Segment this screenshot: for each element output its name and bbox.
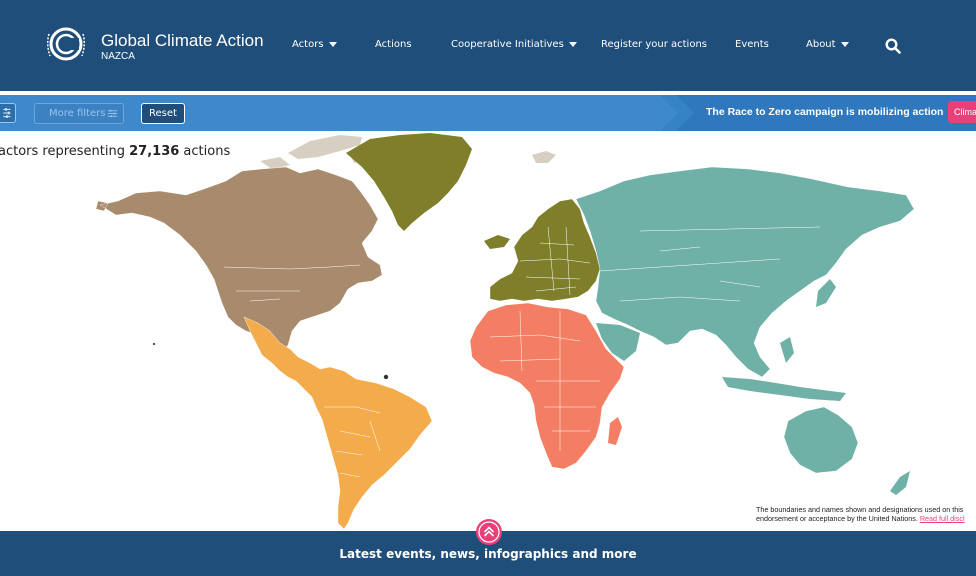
disclaimer-line1: The boundaries and names shown and desig… bbox=[756, 505, 964, 514]
chevron-down-icon bbox=[568, 41, 577, 47]
map-region-new-zealand[interactable] bbox=[890, 471, 910, 495]
nav-cooperative-initiatives-label: Cooperative Initiatives bbox=[451, 39, 564, 50]
promo-text[interactable]: The Race to Zero campaign is mobilizing … bbox=[706, 106, 943, 118]
map-region-philippines[interactable] bbox=[780, 337, 794, 363]
scroll-up-button[interactable] bbox=[476, 519, 502, 545]
chevron-down-icon bbox=[328, 41, 337, 47]
climate-promo-button[interactable]: Clima bbox=[948, 101, 976, 123]
nav-register-actions-label: Register your actions bbox=[601, 39, 708, 50]
site-header: Global Climate Action NAZCA Actors Actio… bbox=[0, 0, 976, 91]
nav-actors-label: Actors bbox=[292, 39, 324, 50]
actors-actions-counter: actors representing 27,136 actions bbox=[0, 144, 230, 159]
actions-count: 27,136 bbox=[129, 144, 180, 159]
nav-events[interactable]: Events bbox=[735, 39, 769, 50]
map-marker[interactable] bbox=[152, 342, 156, 346]
counter-suffix: actions bbox=[179, 144, 231, 159]
map-region-iceland[interactable] bbox=[484, 235, 510, 249]
nav-cooperative-initiatives[interactable]: Cooperative Initiatives bbox=[451, 39, 577, 50]
world-map bbox=[95, 133, 915, 530]
map-region-svalbard[interactable] bbox=[532, 151, 556, 163]
unfccc-logo-icon[interactable] bbox=[44, 24, 88, 64]
nav-register-actions[interactable]: Register your actions bbox=[601, 39, 707, 50]
map-region-australia[interactable] bbox=[783, 406, 859, 474]
double-chevron-up-icon bbox=[478, 521, 500, 543]
read-full-disclaimer-link[interactable]: Read full discl bbox=[920, 514, 965, 523]
counter-prefix: actors representing bbox=[0, 144, 130, 159]
nav-actions-label: Actions bbox=[375, 39, 412, 50]
nav-actions[interactable]: Actions bbox=[375, 39, 412, 50]
nav-about[interactable]: About bbox=[806, 39, 849, 50]
map-region-indonesia[interactable] bbox=[722, 377, 846, 401]
map-region-japan[interactable] bbox=[816, 279, 836, 307]
map-marker[interactable] bbox=[383, 374, 389, 380]
search-icon[interactable] bbox=[885, 38, 901, 54]
nav-events-label: Events bbox=[735, 39, 769, 50]
map-region-latin-america[interactable] bbox=[243, 316, 433, 530]
latest-news-link[interactable]: Latest events, news, infographics and mo… bbox=[0, 547, 976, 561]
disclaimer-line2: endorsement or acceptance by the United … bbox=[756, 514, 920, 523]
nav-actors[interactable]: Actors bbox=[292, 39, 337, 50]
filter-bar: More filters Reset The Race to Zero camp… bbox=[0, 95, 976, 131]
brand-subtitle: NAZCA bbox=[101, 51, 135, 62]
map-region-north-america[interactable] bbox=[95, 166, 383, 354]
map-region-madagascar[interactable] bbox=[608, 417, 622, 445]
brand-title[interactable]: Global Climate Action bbox=[101, 31, 264, 51]
chevron-down-icon bbox=[840, 41, 849, 47]
nav-about-label: About bbox=[806, 39, 836, 50]
map-disclaimer: The boundaries and names shown and desig… bbox=[756, 505, 965, 523]
